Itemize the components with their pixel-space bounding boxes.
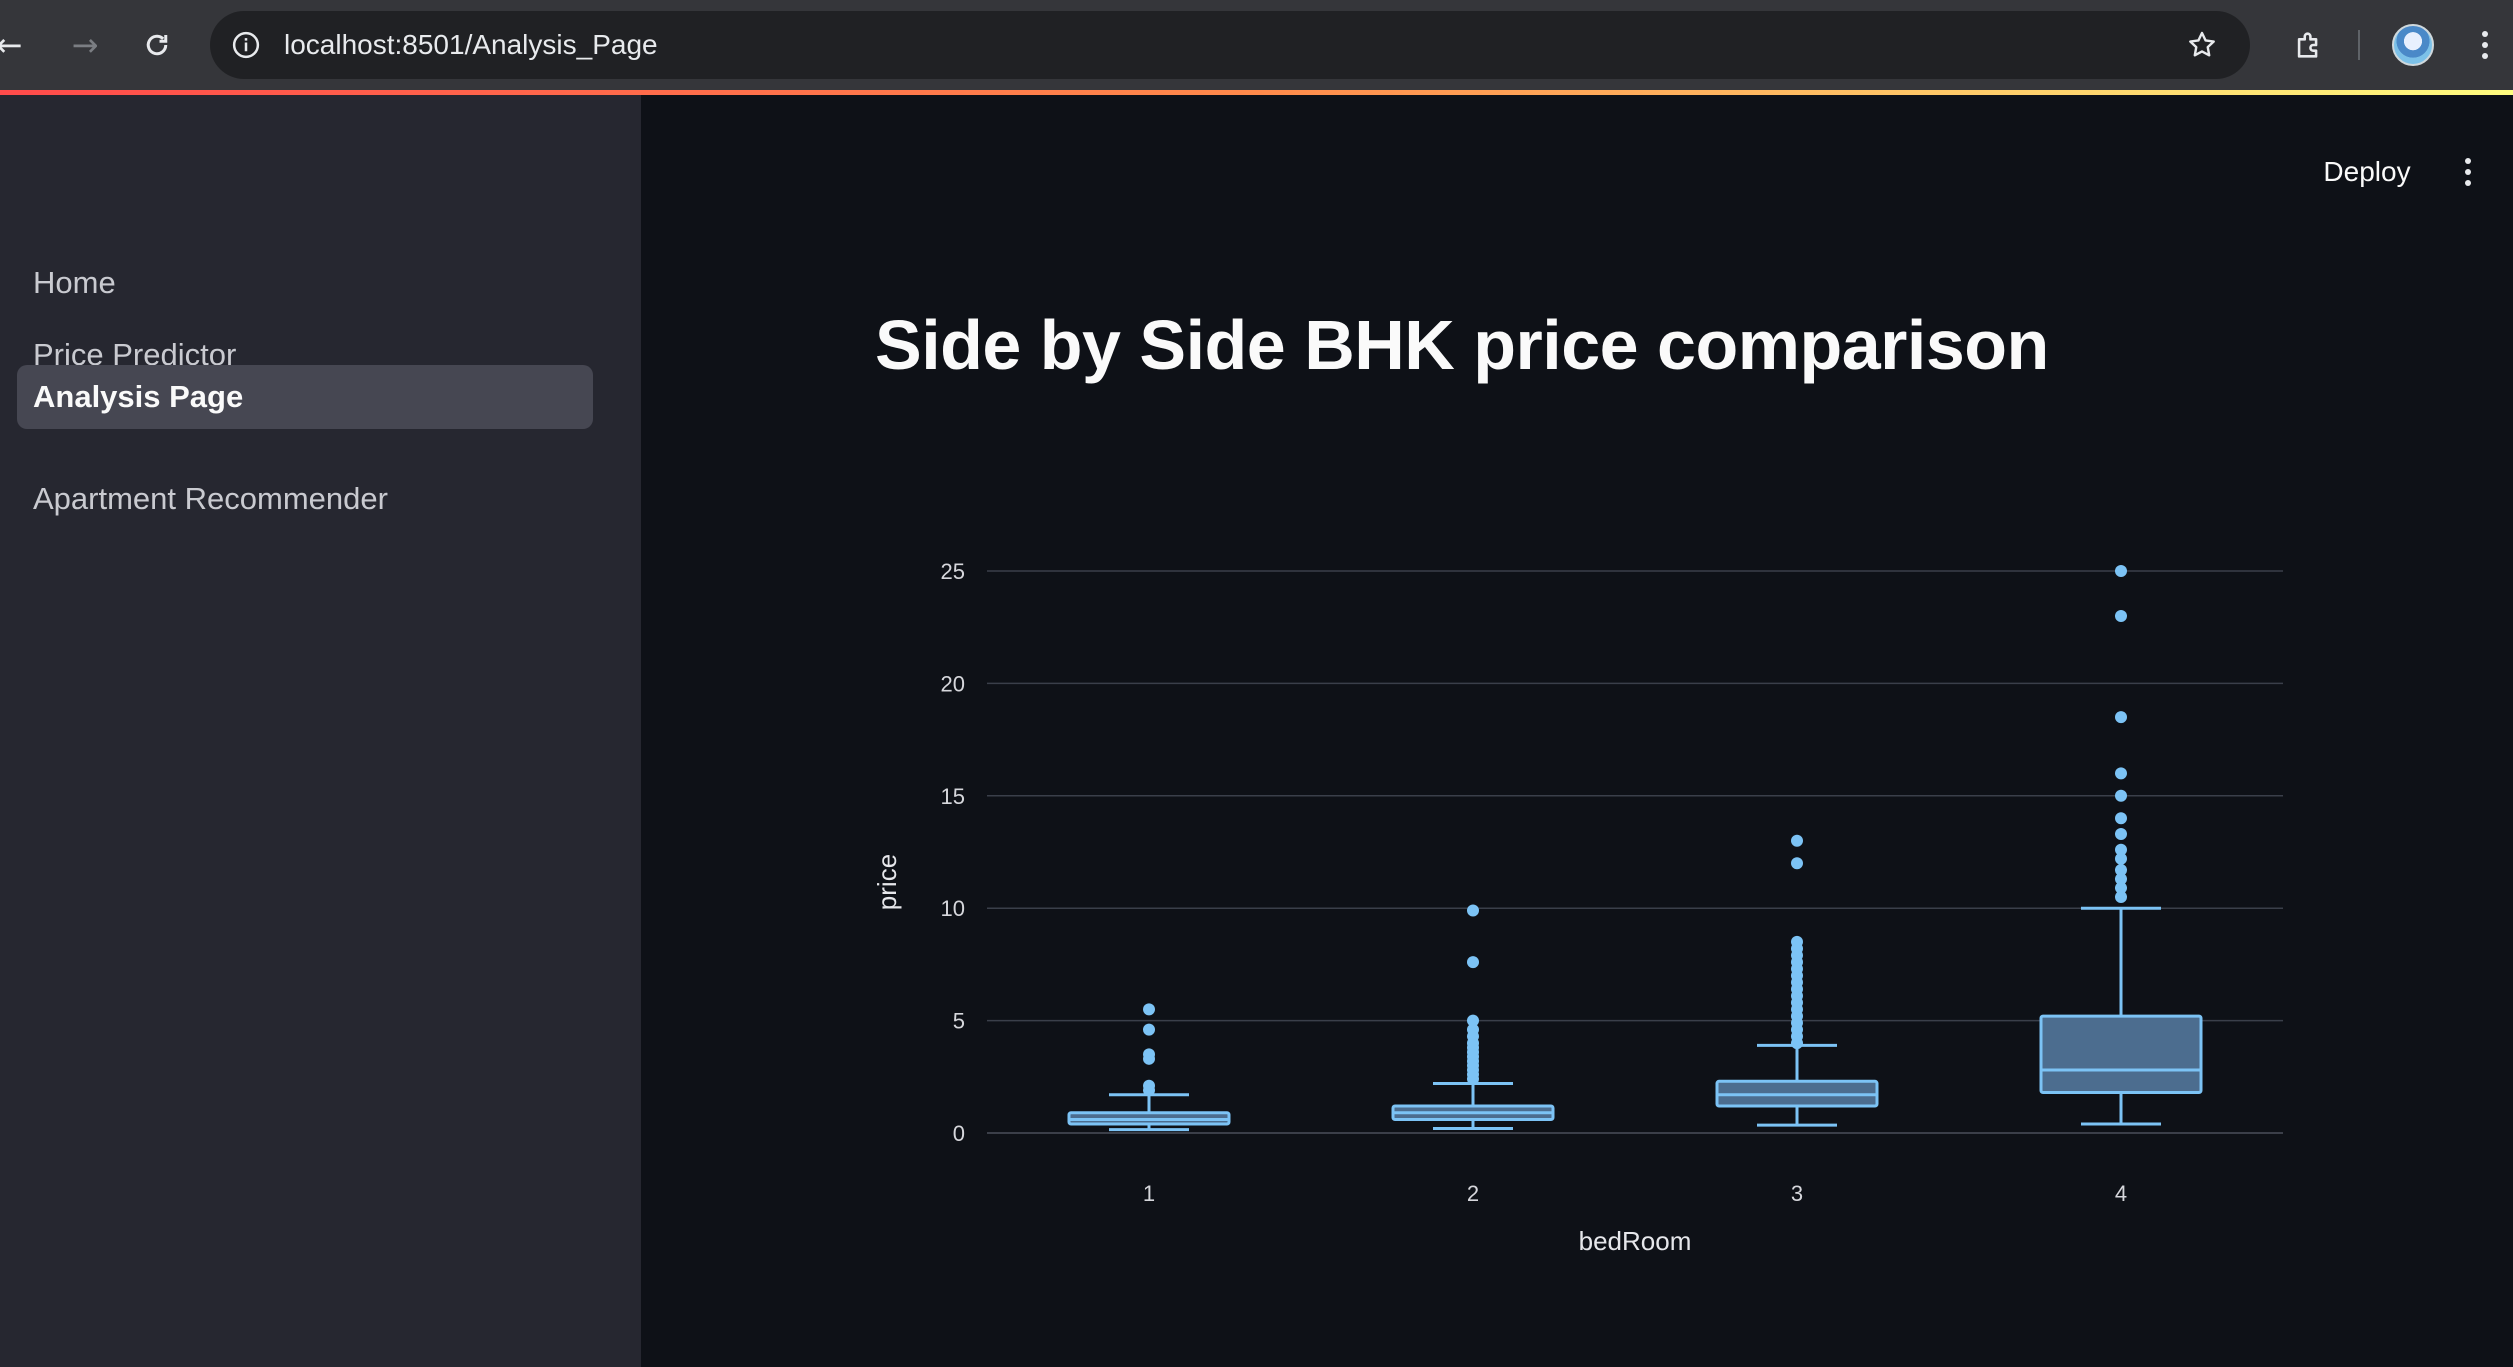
x-tick-label: 1	[1143, 1181, 1155, 1206]
url-text[interactable]: localhost:8501/Analysis_Page	[284, 29, 658, 61]
x-tick-label: 3	[1791, 1181, 1803, 1206]
sidebar-item-apartment-recommender[interactable]: Apartment Recommender	[17, 467, 593, 531]
outlier-point	[2115, 767, 2127, 780]
browser-toolbar: ← → localhost:8501/Analysis_Page	[0, 0, 2513, 90]
outlier-point	[1143, 1023, 1155, 1036]
main-content: Deploy Side by Side BHK price comparison…	[641, 95, 2513, 1367]
box-group-2	[1391, 904, 1555, 1131]
browser-menu-icon[interactable]	[2462, 22, 2508, 68]
box-plot-chart: 0 5 10 15 20 25 1 2 3 4 bedRoom price	[872, 559, 2283, 1256]
bookmark-star-icon[interactable]	[2182, 25, 2222, 65]
y-tick-label: 20	[941, 671, 965, 696]
back-arrow-icon[interactable]: ←	[0, 22, 32, 68]
y-tick-label: 15	[941, 784, 965, 809]
y-axis-label: price	[872, 854, 902, 910]
box-group-3	[1715, 834, 1879, 1127]
toolbar-separator	[2358, 30, 2360, 60]
x-tick-label: 4	[2115, 1181, 2127, 1206]
sidebar-item-analysis-page[interactable]: Analysis Page	[17, 365, 593, 429]
outlier-point	[2115, 863, 2127, 876]
outlier-point	[1143, 1048, 1155, 1061]
outlier-point	[1467, 956, 1479, 969]
y-tick-label: 0	[953, 1121, 965, 1146]
y-tick-label: 10	[941, 896, 965, 921]
outlier-point	[1791, 834, 1803, 847]
outlier-point	[1143, 1003, 1155, 1016]
outlier-point	[1467, 904, 1479, 917]
outlier-point	[1143, 1079, 1155, 1092]
y-tick-label: 5	[953, 1009, 965, 1034]
iqr-box	[2039, 1014, 2203, 1095]
address-bar[interactable]: localhost:8501/Analysis_Page	[210, 11, 2250, 79]
outlier-point	[2115, 711, 2127, 724]
outlier-point	[2115, 609, 2127, 622]
profile-avatar[interactable]	[2392, 24, 2434, 66]
outlier-point	[1791, 857, 1803, 870]
outlier-point	[1467, 1014, 1479, 1027]
outlier-point	[2115, 565, 2127, 577]
outlier-point	[2115, 812, 2127, 825]
extensions-icon[interactable]	[2286, 22, 2332, 68]
sidebar-item-home[interactable]: Home	[17, 251, 593, 315]
y-tick-label: 25	[941, 559, 965, 584]
outlier-point	[2115, 828, 2127, 841]
outlier-point	[2115, 843, 2127, 856]
site-info-icon[interactable]	[228, 27, 264, 63]
outlier-point	[1791, 935, 1803, 948]
reload-icon[interactable]	[134, 22, 180, 68]
sidebar: Home Price Predictor Analysis Page Apart…	[0, 95, 641, 1367]
x-axis-label: bedRoom	[1579, 1226, 1692, 1256]
box-group-1	[1067, 1003, 1231, 1132]
box-group-4	[2039, 565, 2203, 1126]
x-tick-label: 2	[1467, 1181, 1479, 1206]
forward-arrow-icon[interactable]: →	[62, 22, 108, 68]
outlier-point	[2115, 789, 2127, 802]
